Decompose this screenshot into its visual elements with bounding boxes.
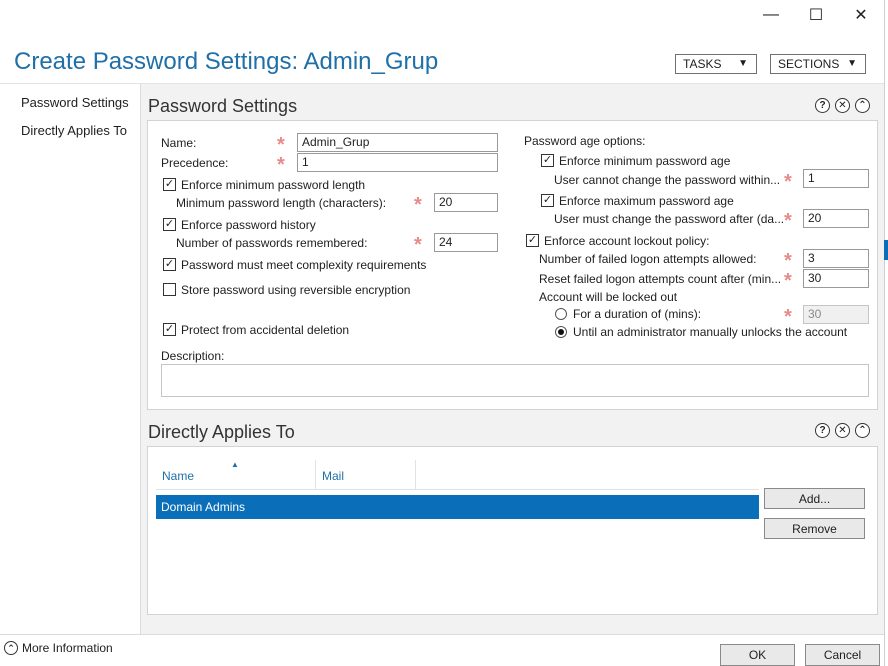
complexity-label: Password must meet complexity requiremen… <box>181 258 427 272</box>
remove-button[interactable]: Remove <box>764 518 865 539</box>
row-name-cell: Domain Admins <box>161 500 246 514</box>
password-settings-heading: Password Settings <box>148 96 298 116</box>
required-icon: * <box>277 154 285 176</box>
description-label: Description: <box>161 349 225 363</box>
enforce-min-age-checkbox[interactable]: ✓ <box>541 154 554 167</box>
manual-unlock-radio[interactable] <box>555 326 567 338</box>
enforce-min-length-checkbox[interactable]: ✓ <box>163 178 176 191</box>
help-icon[interactable]: ? <box>815 423 830 438</box>
name-label: Name: <box>161 136 197 150</box>
window-edge <box>884 0 888 666</box>
required-icon: * <box>784 171 792 193</box>
precedence-field[interactable]: 1 <box>297 153 498 172</box>
close-button[interactable]: ✕ <box>846 4 876 26</box>
required-icon: * <box>784 210 792 232</box>
reversible-encryption-checkbox[interactable] <box>163 283 176 296</box>
failed-attempts-label: Number of failed logon attempts allowed: <box>539 252 757 266</box>
duration-field[interactable]: 30 <box>803 305 869 324</box>
lockout-policy-checkbox[interactable]: ✓ <box>526 234 539 247</box>
close-section-icon[interactable]: ✕ <box>835 98 850 113</box>
protect-deletion-label: Protect from accidental deletion <box>181 323 350 337</box>
reset-count-label: Reset failed logon attempts count after … <box>539 272 782 286</box>
enforce-max-age-checkbox[interactable]: ✓ <box>541 194 554 207</box>
age-options-label: Password age options: <box>524 134 646 148</box>
required-icon: * <box>784 306 792 328</box>
sections-label: SECTIONS <box>778 57 840 71</box>
duration-label: For a duration of (mins): <box>573 307 702 321</box>
required-icon: * <box>414 234 422 256</box>
tasks-dropdown[interactable]: TASKS ▼ <box>675 54 757 74</box>
history-field[interactable]: 24 <box>434 233 498 252</box>
page-title: Create Password Settings: Admin_Grup <box>14 48 439 75</box>
max-age-field[interactable]: 20 <box>803 209 869 228</box>
close-section-icon[interactable]: ✕ <box>835 423 850 438</box>
failed-attempts-field[interactable]: 3 <box>803 249 869 268</box>
minimize-button[interactable]: — <box>756 4 786 26</box>
min-age-field[interactable]: 1 <box>803 169 869 188</box>
cancel-button[interactable]: Cancel <box>805 644 880 666</box>
reset-count-field[interactable]: 30 <box>803 269 869 288</box>
enforce-history-checkbox[interactable]: ✓ <box>163 218 176 231</box>
sort-ascending-icon: ▲ <box>231 460 239 469</box>
column-separator <box>415 460 416 490</box>
min-length-field[interactable]: 20 <box>434 193 498 212</box>
duration-radio[interactable] <box>555 308 567 320</box>
required-icon: * <box>784 270 792 292</box>
required-icon: * <box>784 250 792 272</box>
scroll-indicator <box>884 240 888 260</box>
column-header-mail[interactable]: Mail <box>322 469 344 483</box>
enforce-history-label: Enforce password history <box>181 218 316 232</box>
enforce-min-age-label: Enforce minimum password age <box>559 154 731 168</box>
password-settings-controls: ? ✕ ⌃ <box>815 98 870 113</box>
more-information-label: More Information <box>22 641 113 655</box>
max-age-label: User must change the password after (da.… <box>554 212 785 226</box>
tasks-label: TASKS <box>683 57 722 71</box>
applies-to-heading: Directly Applies To <box>148 422 295 442</box>
column-separator <box>315 460 316 490</box>
precedence-label: Precedence: <box>161 156 229 170</box>
locked-out-label: Account will be locked out <box>539 290 678 304</box>
history-label: Number of passwords remembered: <box>176 236 368 250</box>
collapse-icon[interactable]: ⌃ <box>855 98 870 113</box>
chevron-down-icon: ▼ <box>738 58 748 69</box>
more-information-toggle[interactable]: ⌃ More Information <box>4 641 113 655</box>
enforce-max-age-label: Enforce maximum password age <box>559 194 734 208</box>
min-age-label: User cannot change the password within..… <box>554 173 781 187</box>
reversible-encryption-label: Store password using reversible encrypti… <box>181 283 411 297</box>
applies-to-controls: ? ✕ ⌃ <box>815 423 870 438</box>
add-button[interactable]: Add... <box>764 488 865 509</box>
help-icon[interactable]: ? <box>815 98 830 113</box>
section-nav: Password Settings Directly Applies To <box>0 84 141 634</box>
nav-item-password-settings[interactable]: Password Settings <box>21 95 129 110</box>
complexity-checkbox[interactable]: ✓ <box>163 258 176 271</box>
min-length-label: Minimum password length (characters): <box>176 196 387 210</box>
expand-icon: ⌃ <box>4 641 18 655</box>
enforce-min-length-label: Enforce minimum password length <box>181 178 366 192</box>
grid-header: Name ▲ Mail <box>156 460 759 490</box>
ok-button[interactable]: OK <box>720 644 795 666</box>
name-field[interactable]: Admin_Grup <box>297 133 498 152</box>
required-icon: * <box>277 134 285 156</box>
sections-dropdown[interactable]: SECTIONS ▼ <box>770 54 866 74</box>
description-field[interactable] <box>161 364 869 397</box>
nav-item-directly-applies-to[interactable]: Directly Applies To <box>21 123 127 138</box>
table-row[interactable]: Domain Admins <box>156 495 759 519</box>
collapse-icon[interactable]: ⌃ <box>855 423 870 438</box>
protect-deletion-checkbox[interactable]: ✓ <box>163 323 176 336</box>
maximize-button[interactable]: ☐ <box>801 4 831 26</box>
lockout-policy-label: Enforce account lockout policy: <box>544 234 710 248</box>
column-header-name[interactable]: Name <box>162 469 194 483</box>
manual-unlock-label: Until an administrator manually unlocks … <box>573 325 848 339</box>
chevron-down-icon: ▼ <box>847 58 857 69</box>
required-icon: * <box>414 194 422 216</box>
